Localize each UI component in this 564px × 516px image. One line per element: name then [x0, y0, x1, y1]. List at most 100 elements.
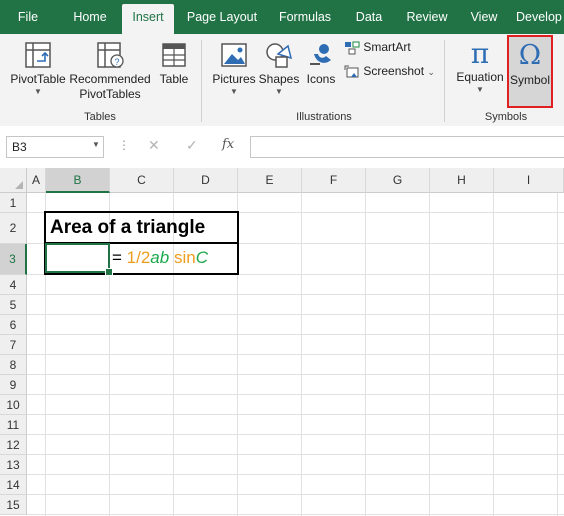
ribbon-separator: [444, 40, 445, 122]
pivottable-label: PivotTable: [10, 72, 66, 86]
column-header-i[interactable]: I: [494, 168, 564, 193]
pictures-button[interactable]: Pictures ▼: [210, 40, 258, 97]
ribbon: PivotTable ▼ ? Recommended PivotTables T…: [0, 34, 564, 127]
screenshot-button[interactable]: Screenshot ⌄: [344, 64, 436, 80]
fill-handle[interactable]: [105, 268, 113, 276]
enter-icon[interactable]: ✓: [186, 137, 198, 154]
cancel-icon[interactable]: ✕: [148, 137, 160, 154]
svg-text:?: ?: [114, 57, 119, 67]
formula-equals: =: [112, 248, 127, 267]
row-header-2[interactable]: 2: [0, 213, 27, 244]
spreadsheet-grid[interactable]: A B C D E F G H I 1 2 3 4 5 6 7 8 9 10 1…: [0, 168, 564, 516]
smartart-label: SmartArt: [363, 40, 411, 54]
row-header-12[interactable]: 12: [0, 435, 27, 455]
column-header-a[interactable]: A: [27, 168, 46, 193]
icons-label: Icons: [306, 72, 336, 86]
gridline: [27, 314, 564, 315]
chevron-down-icon[interactable]: ▼: [92, 140, 100, 149]
row-header-7[interactable]: 7: [0, 335, 27, 355]
shapes-label: Shapes: [258, 72, 300, 86]
table-button[interactable]: Table: [154, 40, 194, 87]
chevron-down-icon: ▼: [476, 85, 484, 94]
more-icon: ⋮: [118, 138, 131, 152]
gridline: [27, 374, 564, 375]
gridline: [27, 494, 564, 495]
omega-icon: Ω: [518, 40, 542, 71]
column-header-b[interactable]: B: [46, 168, 110, 193]
column-header-c[interactable]: C: [110, 168, 174, 193]
column-header-d[interactable]: D: [174, 168, 238, 193]
row-header-10[interactable]: 10: [0, 395, 27, 415]
row-header-6[interactable]: 6: [0, 315, 27, 335]
recommended-label-2: PivotTables: [79, 87, 141, 101]
column-header-g[interactable]: G: [366, 168, 430, 193]
insert-function-icon[interactable]: fx: [222, 137, 234, 152]
formula-c: C: [195, 248, 208, 267]
icons-button[interactable]: Icons: [302, 40, 340, 87]
equation-label: Equation: [456, 70, 504, 84]
tab-file[interactable]: File: [6, 0, 50, 34]
icons-icon: [310, 44, 331, 65]
pivottable-button[interactable]: PivotTable ▼: [8, 40, 68, 97]
equation-button[interactable]: π Equation ▼: [454, 38, 506, 95]
illustrations-group-label: Illustrations: [296, 111, 352, 123]
ribbon-tab-bar: File Home Insert Page Layout Formulas Da…: [0, 0, 564, 34]
gridline: [27, 394, 564, 395]
chevron-down-icon: ▼: [34, 87, 42, 96]
screenshot-label: Screenshot: [363, 64, 425, 78]
row-header-14[interactable]: 14: [0, 475, 27, 495]
column-header-e[interactable]: E: [238, 168, 302, 193]
row-header-13[interactable]: 13: [0, 455, 27, 475]
symbols-group-label: Symbols: [484, 111, 528, 123]
tab-formulas[interactable]: Formulas: [272, 0, 338, 34]
row-header-5[interactable]: 5: [0, 295, 27, 315]
shapes-button[interactable]: Shapes ▼: [258, 40, 300, 97]
gridline: [27, 514, 564, 515]
recommended-pivottables-button[interactable]: ? Recommended PivotTables: [68, 40, 152, 102]
ribbon-separator: [201, 40, 202, 122]
recommended-label-1: Recommended: [69, 72, 151, 86]
pivottable-icon: [25, 42, 51, 68]
row-header-11[interactable]: 11: [0, 415, 27, 435]
row-header-4[interactable]: 4: [0, 275, 27, 295]
table-icon: [162, 43, 186, 67]
chevron-down-icon: ⌄: [427, 67, 435, 77]
row-header-8[interactable]: 8: [0, 355, 27, 375]
symbol-label: Symbol: [509, 73, 550, 87]
name-box[interactable]: B3: [6, 136, 104, 158]
gridline: [27, 474, 564, 475]
pictures-icon: [221, 43, 247, 67]
row-header-15[interactable]: 15: [0, 495, 27, 515]
select-all-icon: [15, 181, 23, 189]
recommended-pivottables-icon: ?: [97, 42, 124, 68]
screenshot-icon: [344, 65, 359, 78]
formula-ab: ab: [150, 248, 170, 267]
gridline: [27, 414, 564, 415]
select-all-button[interactable]: [0, 168, 27, 193]
smartart-button[interactable]: SmartArt: [344, 40, 424, 55]
tab-page-layout[interactable]: Page Layout: [182, 0, 262, 34]
tab-home[interactable]: Home: [62, 0, 118, 34]
row-header-1[interactable]: 1: [0, 193, 27, 213]
smartart-icon: [345, 41, 360, 55]
title-cell[interactable]: Area of a triangle: [50, 217, 205, 239]
selected-cell-b3[interactable]: [45, 243, 110, 273]
gridline: [27, 454, 564, 455]
row-header-9[interactable]: 9: [0, 375, 27, 395]
tables-group-label: Tables: [84, 111, 116, 123]
gridline: [27, 334, 564, 335]
tab-review[interactable]: Review: [400, 0, 454, 34]
formula-input[interactable]: [250, 136, 564, 158]
formula-cell[interactable]: = 1/2ab sinC: [112, 248, 208, 268]
formula-sin: sin: [169, 248, 196, 267]
row-header-3[interactable]: 3: [0, 244, 27, 275]
formula-half: 1/2: [126, 248, 151, 267]
column-header-f[interactable]: F: [302, 168, 366, 193]
tab-data[interactable]: Data: [346, 0, 392, 34]
formula-bar: B3 ▼ ⋮ ✕ ✓ fx: [0, 126, 564, 168]
tab-insert[interactable]: Insert: [122, 4, 174, 34]
tab-view[interactable]: View: [462, 0, 506, 34]
symbol-button[interactable]: Ω Symbol: [507, 35, 553, 108]
column-header-h[interactable]: H: [430, 168, 494, 193]
tab-developer[interactable]: Develop: [516, 0, 564, 34]
